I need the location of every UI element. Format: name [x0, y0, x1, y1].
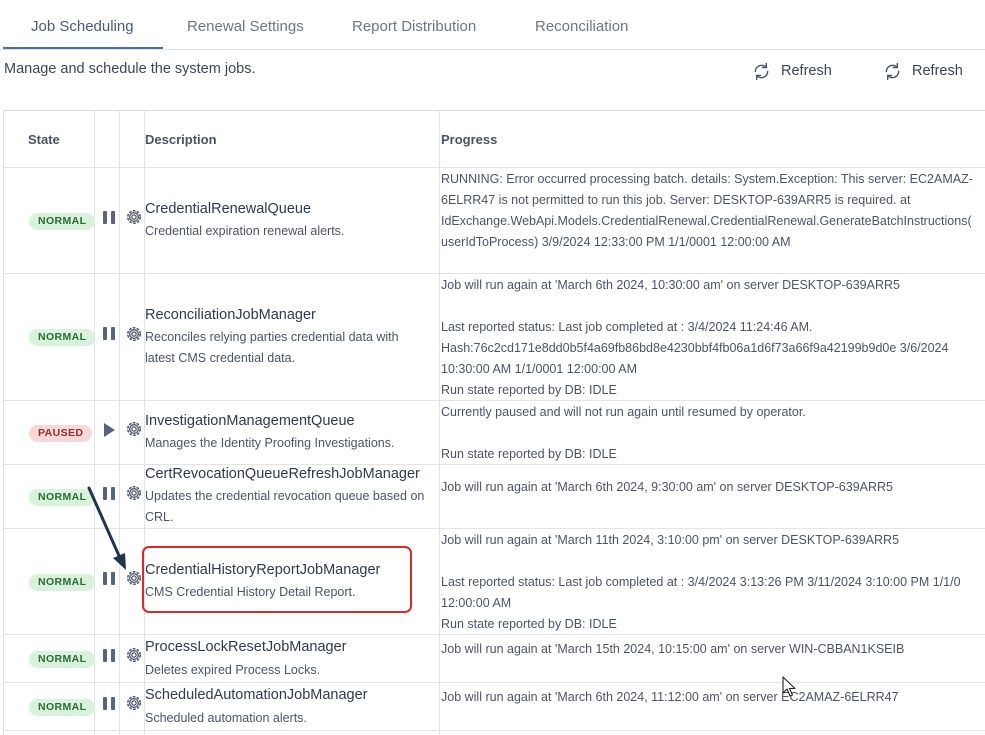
status-badge: NORMAL [29, 651, 96, 668]
play-icon[interactable] [101, 421, 117, 439]
column-header-progress[interactable]: Progress [441, 132, 497, 147]
status-badge: NORMAL [29, 213, 96, 230]
page-subtitle: Manage and schedule the system jobs. [4, 61, 256, 77]
column-divider [119, 111, 120, 735]
job-name[interactable]: ReconciliationJobManager [145, 307, 316, 323]
job-description: Reconciles relying parties credential da… [145, 330, 399, 365]
tab-bar: Job Scheduling Renewal Settings Report D… [0, 0, 985, 50]
job-description: Deletes expired Process Locks. [145, 663, 321, 677]
row-divider [4, 273, 985, 274]
job-progress: Job will run again at 'March 11th 2024, … [441, 533, 961, 631]
jobs-table: State Description Progress NORMAL Creden… [3, 110, 985, 735]
job-description: Updates the credential revocation queue … [145, 489, 425, 524]
tab-renewal-settings[interactable]: Renewal Settings [187, 18, 304, 35]
gear-icon[interactable] [124, 324, 144, 344]
gear-icon[interactable] [124, 207, 144, 227]
tab-job-scheduling[interactable]: Job Scheduling [31, 18, 134, 35]
gear-icon[interactable] [124, 645, 144, 665]
refresh-button[interactable]: Refresh [751, 59, 832, 83]
refresh-icon [885, 62, 900, 80]
job-progress: Job will run again at 'March 6th 2024, 1… [441, 278, 949, 397]
status-badge: PAUSED [29, 425, 93, 442]
refresh-label: Refresh [912, 63, 963, 79]
row-divider [4, 682, 985, 683]
column-header-description[interactable]: Description [145, 132, 217, 147]
row-divider [4, 167, 985, 168]
job-progress: Job will run again at 'March 15th 2024, … [441, 642, 905, 656]
refresh-label: Refresh [781, 63, 832, 79]
job-progress: Job will run again at 'March 6th 2024, 1… [441, 690, 899, 704]
status-badge: NORMAL [29, 329, 96, 346]
job-description: Credential expiration renewal alerts. [145, 224, 345, 238]
active-tab-indicator [3, 47, 163, 49]
row-divider [4, 730, 985, 731]
column-divider [439, 111, 440, 735]
pause-icon[interactable] [101, 695, 117, 713]
gear-icon[interactable] [124, 693, 144, 713]
pause-icon[interactable] [101, 209, 117, 227]
pause-icon[interactable] [101, 325, 117, 343]
annotation-arrow [87, 486, 126, 570]
job-name[interactable]: ProcessLockResetJobManager [145, 639, 347, 655]
job-name[interactable]: CertRevocationQueueRefreshJobManager [145, 466, 420, 482]
job-description: Manages the Identity Proofing Investigat… [145, 436, 395, 450]
gear-icon[interactable] [124, 419, 144, 439]
refresh-icon [754, 62, 769, 80]
job-name[interactable]: InvestigationManagementQueue [145, 413, 355, 429]
status-badge: NORMAL [29, 699, 96, 716]
job-description: Scheduled automation alerts. [145, 711, 307, 725]
highlight-box [142, 546, 412, 613]
row-divider [4, 528, 985, 529]
column-divider [94, 111, 95, 735]
job-progress: Job will run again at 'March 6th 2024, 9… [441, 480, 893, 494]
tab-reconciliation[interactable]: Reconciliation [535, 18, 628, 35]
job-name[interactable]: CredentialRenewalQueue [145, 201, 311, 217]
job-progress: RUNNING: Error occurred processing batch… [441, 172, 973, 249]
refresh-button[interactable]: Refresh [882, 59, 963, 83]
job-name[interactable]: ScheduledAutomationJobManager [145, 687, 367, 703]
column-header-state[interactable]: State [28, 132, 60, 147]
job-progress: Currently paused and will not run again … [441, 405, 806, 461]
pause-icon[interactable] [101, 647, 117, 665]
tab-report-distribution[interactable]: Report Distribution [352, 18, 476, 35]
mouse-cursor-icon [782, 676, 796, 697]
